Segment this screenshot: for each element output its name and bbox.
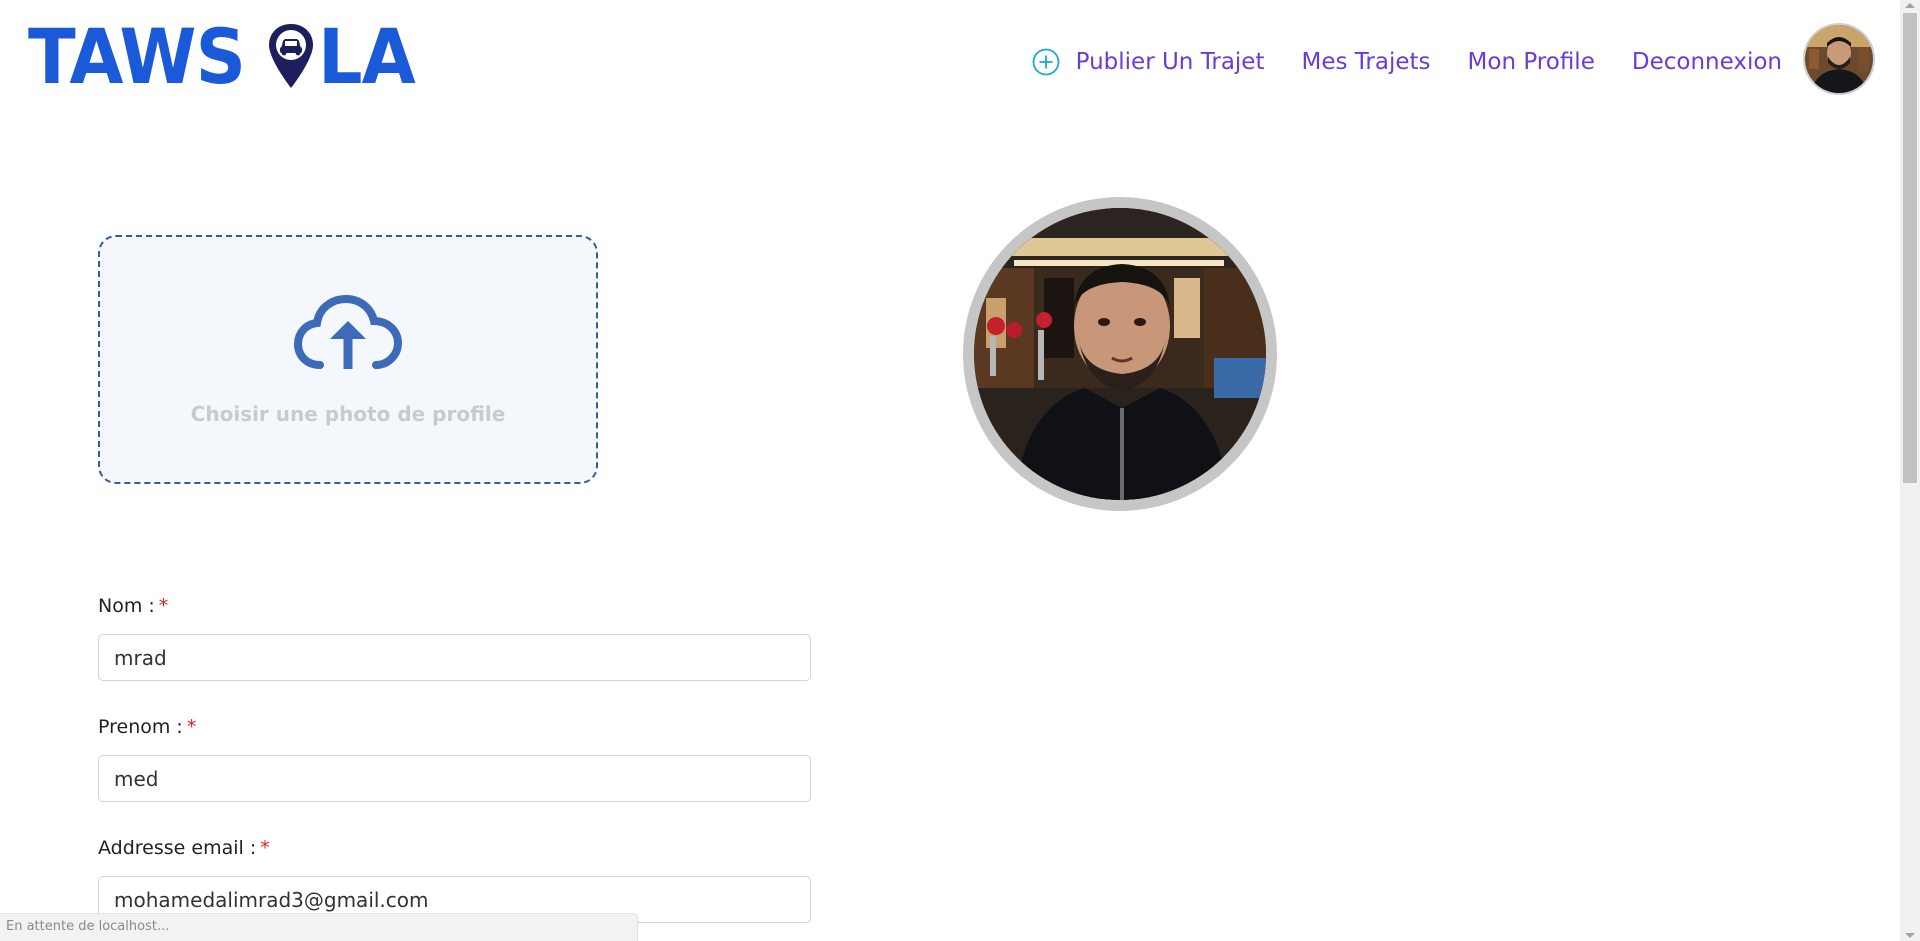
- cloud-upload-icon: [294, 295, 402, 369]
- profile-page: TAWS LA Publier Un Trajet Mes Trajets Mo…: [0, 0, 1920, 941]
- profile-photo-image: [974, 208, 1266, 500]
- email-required-mark: *: [260, 837, 270, 859]
- prenom-label: Prenom : *: [98, 716, 196, 738]
- nav-logout[interactable]: Deconnexion: [1632, 49, 1782, 75]
- upload-label: Choisir une photo de profile: [190, 402, 506, 426]
- profile-photo: [963, 197, 1277, 511]
- logo-text-part2: LA: [317, 12, 416, 101]
- nav-my-trips[interactable]: Mes Trajets: [1301, 49, 1430, 75]
- email-label: Addresse email : *: [98, 837, 270, 859]
- nom-label: Nom : *: [98, 595, 168, 617]
- nav-publish-trip-label: Publier Un Trajet: [1075, 49, 1265, 75]
- plus-circle-icon: [1032, 48, 1060, 76]
- scroll-down-arrow-icon[interactable]: [1905, 933, 1915, 938]
- logo-text-part1: TAWS: [28, 12, 246, 101]
- nom-required-mark: *: [158, 595, 169, 617]
- nav-my-profile[interactable]: Mon Profile: [1468, 49, 1595, 75]
- prenom-label-text: Prenom :: [98, 716, 183, 738]
- nom-label-text: Nom :: [98, 595, 155, 617]
- email-label-text: Addresse email :: [98, 837, 257, 859]
- vertical-scrollbar[interactable]: [1900, 0, 1920, 941]
- scroll-up-arrow-icon[interactable]: [1905, 3, 1915, 8]
- nav-publish-trip[interactable]: Publier Un Trajet: [1032, 48, 1265, 76]
- avatar[interactable]: [1803, 23, 1875, 95]
- logo[interactable]: TAWS LA: [28, 12, 423, 101]
- nom-input[interactable]: [98, 634, 811, 681]
- prenom-input[interactable]: [98, 755, 811, 802]
- avatar-image: [1805, 25, 1873, 93]
- browser-status-bar: En attente de localhost...: [0, 913, 638, 941]
- main-nav: Publier Un Trajet Mes Trajets Mon Profil…: [1032, 48, 1782, 76]
- profile-photo-upload[interactable]: Choisir une photo de profile: [98, 235, 598, 484]
- scrollbar-thumb[interactable]: [1903, 13, 1917, 483]
- location-pin-car-icon: [268, 24, 313, 88]
- prenom-required-mark: *: [186, 716, 197, 738]
